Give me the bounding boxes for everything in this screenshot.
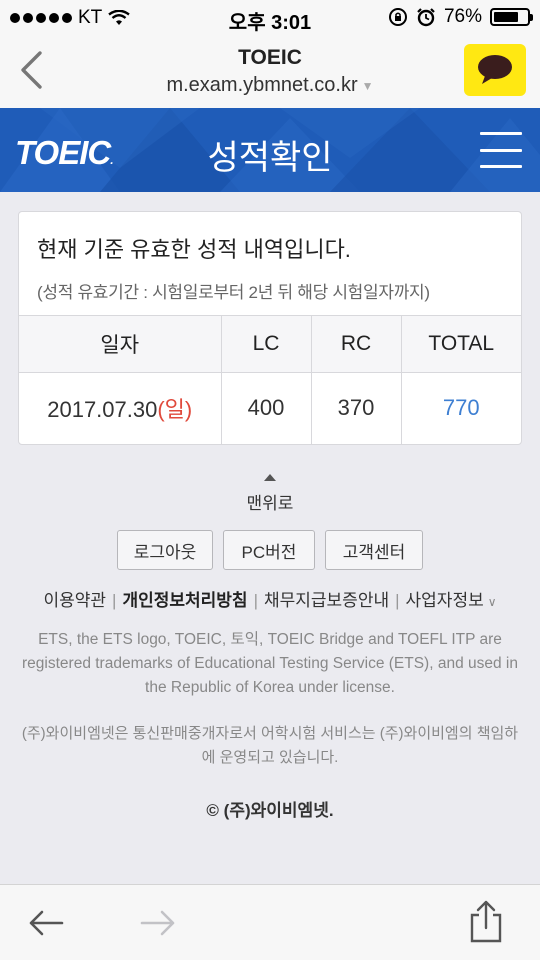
chevron-down-icon: ∨ [487,595,497,609]
arrow-up-icon [264,474,276,481]
caret-down-icon: ▼ [361,78,374,93]
header-lc: LC [220,316,311,373]
page-title: 성적확인 [207,139,333,177]
score-card: 현재 기준 유효한 성적 내역입니다. (성적 유효기간 : 시험일로부터 2년… [18,211,522,445]
browser-toolbar [0,884,540,960]
score-rc: 370 [310,372,401,444]
day-of-week: (일) [157,397,193,423]
score-card-header: 현재 기준 유효한 성적 내역입니다. (성적 유효기간 : 시험일로부터 2년… [19,212,521,316]
copyright: © (주)와이비엠넷. [206,801,334,820]
pc-version-button[interactable]: PC버전 [223,530,315,570]
score-lc: 400 [220,372,311,444]
validity-notice: (성적 유효기간 : 시험일로부터 2년 뒤 해당 시험일자까지) [37,283,430,302]
back-arrow-icon[interactable] [26,903,66,943]
address-bar[interactable]: m.exam.ybmnet.co.kr ▼ [0,74,540,97]
logout-button[interactable]: 로그아웃 [117,530,213,570]
table-row: 2017.07.30(일) 400 370 770 [19,372,521,444]
battery-icon [490,8,533,26]
rotation-lock-icon [388,8,407,26]
divider: | [395,591,400,610]
score-date: 2017.07.30(일) [19,372,221,444]
privacy-policy-link[interactable]: 개인정보처리방침 [122,591,247,610]
footer-links: 이용약관 | 개인정보처리방침 | 채무지급보증안내 | 사업자정보 ∨ [0,586,540,611]
divider: | [253,591,258,610]
forward-arrow-icon[interactable] [138,903,178,943]
scroll-to-top-link[interactable]: 맨위로 [0,474,540,514]
divider: | [112,591,117,610]
status-right: 76% [388,6,533,28]
speech-bubble-icon [478,55,512,84]
score-card-message: 현재 기준 유효한 성적 내역입니다. [37,237,351,262]
alarm-icon [417,8,435,27]
customer-center-button[interactable]: 고객센터 [325,530,423,570]
battery-percent: 76% [443,6,482,27]
header-rc: RC [310,316,401,373]
payment-guarantee-link[interactable]: 채무지급보증안내 [264,591,389,610]
date-value: 2017.07.30 [47,397,158,423]
site-banner: TOEIC. 성적확인 [0,108,540,192]
url-text: m.exam.ybmnet.co.kr [166,74,358,96]
terms-link[interactable]: 이용약관 [43,591,106,610]
header-total: TOTAL [400,316,521,373]
trademark-notice: ETS, the ETS logo, TOEIC, 토익, TOEIC Brid… [22,631,518,696]
score-table: 일자 LC RC TOTAL 2017.07.30(일) 400 370 770 [19,316,521,444]
scroll-to-top-label: 맨위로 [246,494,294,513]
service-notice: (주)와이비엠넷은 통신판매중개자로서 어학시험 서비스는 (주)와이비엠의 책… [21,725,519,766]
browser-header: TOEIC m.exam.ybmnet.co.kr ▼ [0,36,540,108]
footer-buttons: 로그아웃 PC버전 고객센터 [0,530,540,570]
status-bar: KT 오후 3:01 76% [0,0,540,36]
share-icon[interactable] [466,899,506,943]
menu-icon[interactable] [480,132,522,168]
score-total: 770 [400,372,521,444]
score-table-header: 일자 LC RC TOTAL [19,316,521,373]
kakao-share-button[interactable] [464,44,526,96]
header-date: 일자 [19,316,221,373]
business-info-link[interactable]: 사업자정보 [406,591,484,610]
browser-page-title: TOEIC [238,46,302,69]
